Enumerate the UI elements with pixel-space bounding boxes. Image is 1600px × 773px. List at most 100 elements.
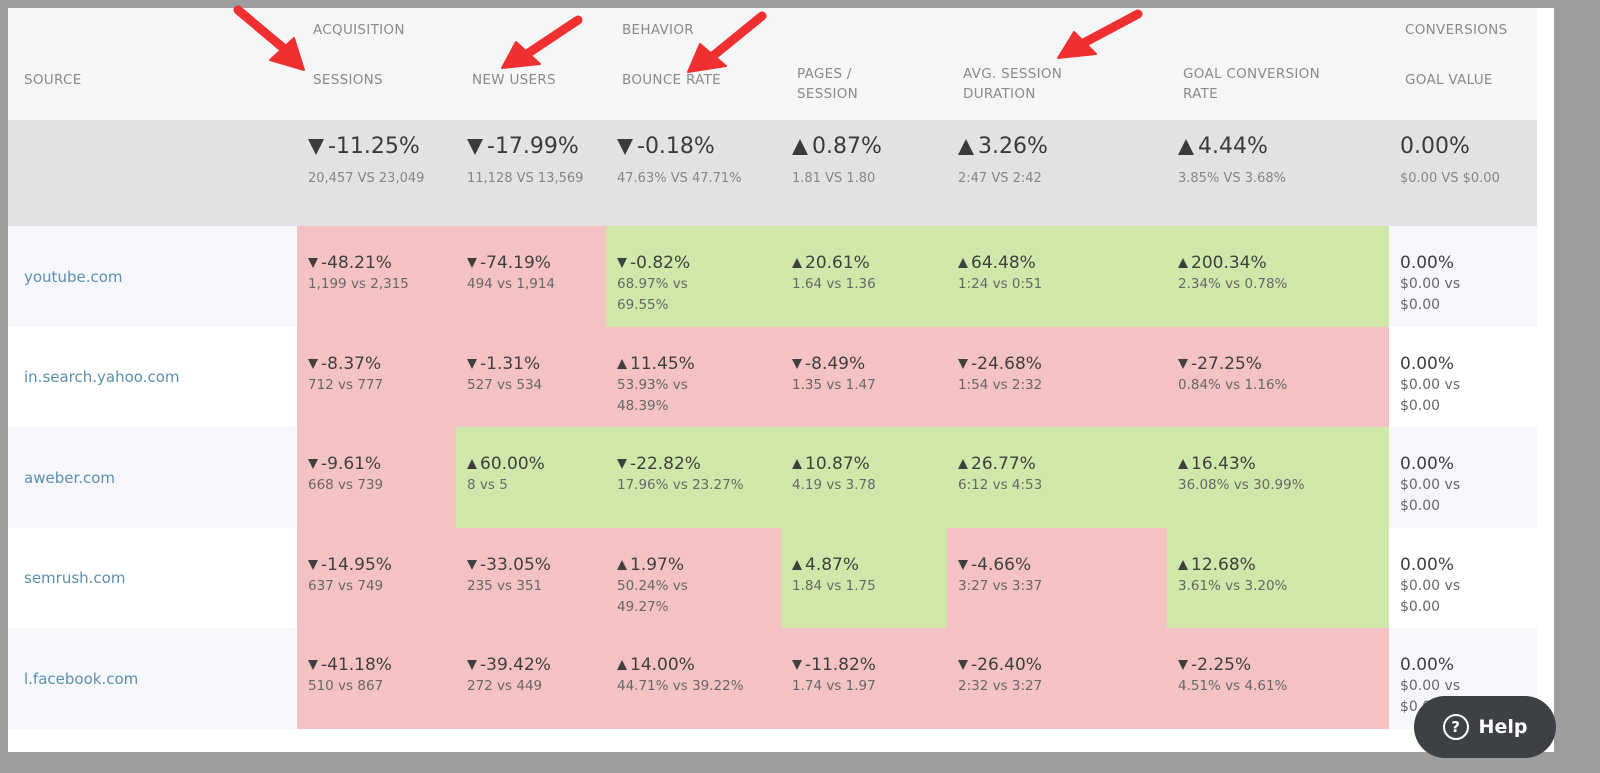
goal-value-compare-line1: $0.00 vs — [1400, 577, 1461, 594]
metric-compare: 44.71% vs 39.22% — [617, 678, 744, 694]
triangle-up-icon — [617, 559, 627, 570]
summary-change-value: 3.26% — [978, 134, 1048, 159]
metric-cell-bounce-rate: -22.82% 17.96% vs 23.27% — [606, 427, 781, 528]
metric-cell-pages-session: 4.87% 1.84 vs 1.75 — [781, 527, 947, 628]
summary-avg-session-duration: 3.26% 2:47 VS 2:42 — [947, 120, 1167, 226]
source-link[interactable]: semrush.com — [24, 569, 125, 587]
header-goal-conv-line1: GOAL CONVERSION — [1183, 66, 1320, 82]
metric-change: -0.82% — [617, 252, 751, 274]
header-bounce-rate[interactable]: BOUNCE RATE — [606, 54, 781, 120]
source-link[interactable]: aweber.com — [24, 469, 115, 487]
triangle-up-icon — [1178, 459, 1188, 469]
metric-change-value: 60.00% — [480, 454, 545, 474]
triangle-down-icon — [308, 660, 318, 670]
metric-compare: 235 vs 351 — [467, 577, 543, 594]
metric-change: -39.42% — [467, 654, 606, 676]
metric-change: 26.77% — [958, 453, 1167, 475]
triangle-up-icon — [792, 459, 802, 469]
metric-change: 10.87% — [792, 453, 947, 475]
metric-cell-goal-conv: -2.25% 4.51% vs 4.61% — [1167, 628, 1389, 729]
report-panel: ACQUISITION BEHAVIOR CONVERSIONS SOURCE … — [8, 8, 1554, 752]
header-avg-session-duration[interactable]: AVG. SESSION DURATION — [947, 54, 1167, 120]
metric-change: 16.43% — [1178, 453, 1389, 475]
metric-cell-new-users: -1.31% 527 vs 534 — [456, 326, 606, 427]
help-button[interactable]: ? Help — [1414, 696, 1556, 758]
metric-change-value: -22.82% — [630, 454, 701, 474]
summary-compare: 47.63% VS 47.71% — [617, 171, 742, 186]
header-goal-value[interactable]: GOAL VALUE — [1389, 54, 1537, 120]
metric-cell-new-users: -74.19% 494 vs 1,914 — [456, 226, 606, 327]
metric-cell-pages-session: -8.49% 1.35 vs 1.47 — [781, 326, 947, 427]
header-sessions[interactable]: SESSIONS — [297, 54, 456, 120]
metric-change: -1.31% — [467, 353, 606, 375]
metric-compare: 494 vs 1,914 — [467, 276, 556, 292]
metric-cell-goal-value: 0.00% $0.00 vs $0.00 — [1389, 226, 1537, 327]
metric-cell-goal-conv: -27.25% 0.84% vs 1.16% — [1167, 326, 1389, 427]
metric-change: -4.66% — [958, 554, 1167, 576]
scrollbar-track[interactable] — [1545, 8, 1554, 752]
metric-compare: 4.19 vs 3.78 — [792, 477, 876, 493]
metric-compare: 668 vs 739 — [308, 477, 384, 493]
metric-compare: 3.61% vs 3.20% — [1178, 577, 1288, 594]
summary-compare: 20,457 VS 23,049 — [308, 171, 425, 186]
triangle-down-icon — [1178, 660, 1188, 670]
metric-change: 200.34% — [1178, 252, 1389, 274]
metric-cell-new-users: 60.00% 8 vs 5 — [456, 427, 606, 528]
goal-value-change: 0.00% — [1400, 454, 1455, 474]
summary-sessions: -11.25% 20,457 VS 23,049 — [297, 120, 456, 226]
header-new-users[interactable]: NEW USERS — [456, 54, 606, 120]
metric-change: -24.68% — [958, 353, 1167, 375]
metric-change: 11.45% — [617, 353, 751, 375]
metric-change-value: -2.25% — [1191, 655, 1252, 675]
metric-change-value: -8.49% — [805, 353, 866, 374]
metric-change-value: -24.68% — [971, 353, 1042, 374]
metric-compare: 53.93% vs 48.39% — [617, 376, 688, 414]
metric-cell-avg-session: 64.48% 1:24 vs 0:51 — [947, 226, 1167, 327]
source-link[interactable]: youtube.com — [24, 268, 123, 286]
header-source[interactable]: SOURCE — [8, 54, 297, 120]
source-cell: semrush.com — [8, 527, 297, 628]
metric-change: -26.40% — [958, 654, 1167, 676]
metric-compare: 2.34% vs 0.78% — [1178, 276, 1288, 292]
summary-change: 4.44% — [1178, 133, 1389, 161]
metric-change: 14.00% — [617, 654, 781, 676]
triangle-up-icon — [958, 258, 968, 268]
summary-change-value: -17.99% — [487, 134, 579, 159]
metric-change: -11.82% — [792, 654, 947, 676]
summary-change: 3.26% — [958, 133, 1167, 161]
metric-cell-new-users: -33.05% 235 vs 351 — [456, 527, 606, 628]
metric-change: -22.82% — [617, 453, 781, 475]
metric-cell-sessions: -48.21% 1,199 vs 2,315 — [297, 226, 456, 327]
metric-change: -74.19% — [467, 252, 606, 274]
metric-change-value: -48.21% — [321, 253, 392, 273]
source-link[interactable]: in.search.yahoo.com — [24, 368, 180, 386]
triangle-down-icon — [467, 258, 477, 268]
metric-cell-sessions: -41.18% 510 vs 867 — [297, 628, 456, 729]
triangle-down-icon — [958, 358, 968, 369]
table-row: in.search.yahoo.com -8.37% 712 vs 777 -1.31… — [8, 326, 1537, 427]
summary-row: -11.25% 20,457 VS 23,049 -17.99% 11,128 VS… — [8, 120, 1537, 226]
header-goal-conversion-rate[interactable]: GOAL CONVERSION RATE — [1167, 54, 1389, 120]
metric-change: -41.18% — [308, 654, 456, 676]
header-pages-per-session[interactable]: PAGES / SESSION — [781, 54, 947, 120]
metric-change-value: -8.37% — [321, 353, 382, 374]
column-header-row: SOURCE SESSIONS NEW USERS BOUNCE RATE PA… — [8, 54, 1537, 120]
metric-compare: 50.24% vs 49.27% — [617, 577, 688, 615]
metric-compare: 6:12 vs 4:53 — [958, 477, 1043, 493]
summary-goal-conversion-rate: 4.44% 3.85% VS 3.68% — [1167, 120, 1389, 226]
source-link[interactable]: l.facebook.com — [24, 670, 138, 688]
triangle-down-icon — [617, 459, 627, 469]
summary-change: 0.87% — [792, 133, 947, 161]
metric-cell-avg-session: -24.68% 1:54 vs 2:32 — [947, 326, 1167, 427]
metric-compare: 0.84% vs 1.16% — [1178, 376, 1288, 393]
goal-value-compare-line1: $0.00 vs — [1400, 276, 1461, 292]
triangle-down-icon — [308, 559, 318, 570]
triangle-down-icon — [958, 559, 968, 570]
table-row: l.facebook.com -41.18% 510 vs 867 -39.42% 27… — [8, 628, 1537, 729]
metric-change-value: -1.31% — [480, 353, 541, 374]
metric-compare: 3:27 vs 3:37 — [958, 577, 1043, 594]
table-row: aweber.com -9.61% 668 vs 739 60.00% 8 vs 5 -2… — [8, 427, 1537, 528]
metric-change-value: 20.61% — [805, 253, 870, 273]
metric-change: 1.97% — [617, 554, 751, 576]
group-behavior: BEHAVIOR — [606, 8, 1167, 54]
